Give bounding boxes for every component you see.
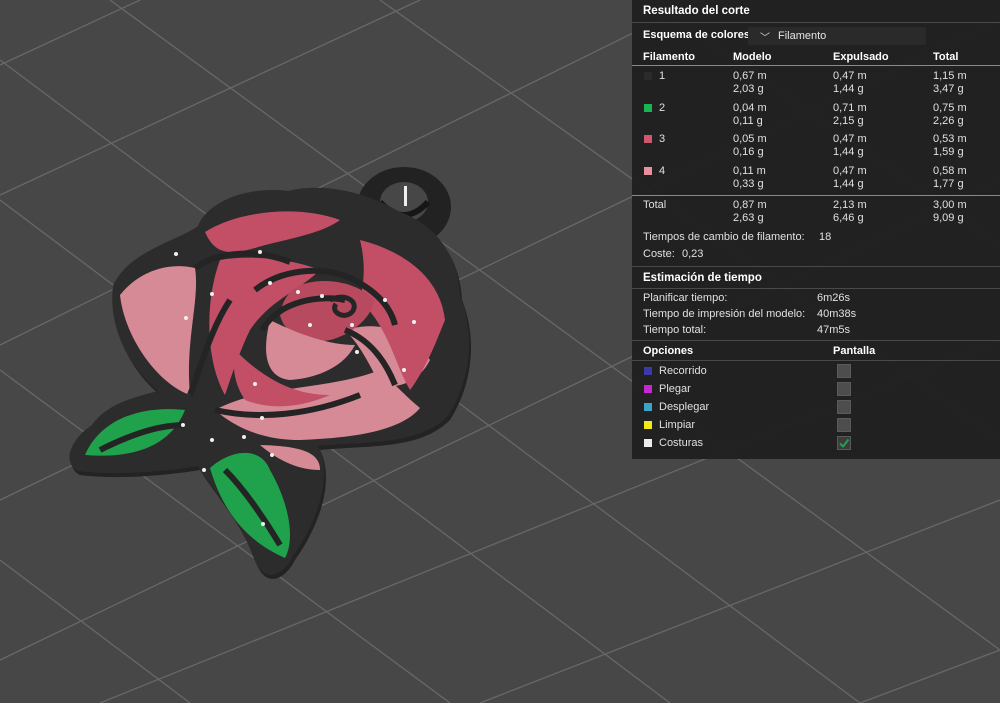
purged-length: 0,47 m <box>833 70 867 82</box>
purged-weight: 2,15 g <box>833 115 864 127</box>
model-length: 0,67 m <box>733 70 767 82</box>
display-header: Pantalla <box>833 345 876 357</box>
slice-result-panel: Resultado del corte Esquema de colores ﹀… <box>632 0 1000 459</box>
model-length: 0,04 m <box>733 102 767 114</box>
filament-swatch <box>644 135 652 143</box>
grand-total-length: 3,00 m <box>933 199 967 211</box>
options-header: Opciones <box>643 345 694 357</box>
chevron-down-icon: ﹀ <box>760 33 770 44</box>
total-time-label: Tiempo total: <box>643 324 707 336</box>
col-header-purged: Expulsado <box>833 51 889 63</box>
check-icon <box>839 438 850 449</box>
total-length: 0,58 m <box>933 165 967 177</box>
filament-id: 1 <box>659 70 666 82</box>
purged-weight: 1,44 g <box>833 83 864 95</box>
seams-display-checkbox[interactable] <box>837 436 851 450</box>
model-weight: 0,16 g <box>733 146 764 158</box>
col-header-filament: Filamento <box>643 51 695 63</box>
model-weight: 0,11 g <box>733 115 763 127</box>
total-length: 1,15 m <box>933 70 967 82</box>
plan-time-value: 6m26s <box>817 292 851 304</box>
color-scheme-dropdown[interactable]: ﹀ Filamento <box>748 27 926 45</box>
model-length: 0,05 m <box>733 133 767 145</box>
purged-weight: 1,44 g <box>833 146 864 158</box>
filament-swatch <box>644 72 652 80</box>
model-length: 0,11 m <box>733 165 766 177</box>
purged-weight: 1,44 g <box>833 178 864 190</box>
model-print-time-value: 40m38s <box>817 308 857 320</box>
cost-label: Coste: <box>643 248 675 260</box>
total-length: 0,53 m <box>933 133 967 145</box>
seams-color-swatch <box>644 439 652 447</box>
color-scheme-value: Filamento <box>778 30 827 42</box>
unretract-display-checkbox[interactable] <box>837 400 851 414</box>
total-time-value: 47m5s <box>817 324 851 336</box>
total-weight: 2,26 g <box>933 115 964 127</box>
option-label: Costuras <box>659 437 704 449</box>
travel-color-swatch <box>644 367 652 375</box>
total-purged-length: 2,13 m <box>833 199 867 211</box>
filament-swatch <box>644 167 652 175</box>
total-purged-weight: 6,46 g <box>833 212 864 224</box>
col-header-model: Modelo <box>733 51 772 63</box>
total-weight: 3,47 g <box>933 83 964 95</box>
filament-id: 2 <box>659 102 666 114</box>
retract-display-checkbox[interactable] <box>837 382 851 396</box>
purged-length: 0,47 m <box>833 133 867 145</box>
total-weight: 1,59 g <box>933 146 964 158</box>
model-weight: 0,33 g <box>733 178 764 190</box>
retract-color-swatch <box>644 385 652 393</box>
model-print-time-label: Tiempo de impresión del modelo: <box>643 308 806 320</box>
option-label: Desplegar <box>659 401 710 413</box>
color-scheme-label: Esquema de colores <box>643 29 750 41</box>
wipe-display-checkbox[interactable] <box>837 418 851 432</box>
total-model-length: 0,87 m <box>733 199 767 211</box>
option-label: Recorrido <box>659 365 707 377</box>
cost-value: 0,23 <box>682 248 704 260</box>
total-weight: 1,77 g <box>933 178 964 190</box>
filament-changes-value: 18 <box>819 231 832 243</box>
plan-time-label: Planificar tiempo: <box>643 292 728 304</box>
col-header-total: Total <box>933 51 959 63</box>
wipe-color-swatch <box>644 421 652 429</box>
total-length: 0,75 m <box>933 102 967 114</box>
filament-swatch <box>644 104 652 112</box>
panel-title: Resultado del corte <box>643 5 750 17</box>
filament-id: 3 <box>659 133 666 145</box>
total-model-weight: 2,63 g <box>733 212 764 224</box>
purged-length: 0,71 m <box>833 102 867 114</box>
unretract-color-swatch <box>644 403 652 411</box>
filament-id: 4 <box>659 165 666 177</box>
grand-total-weight: 9,09 g <box>933 212 964 224</box>
model-weight: 2,03 g <box>733 83 764 95</box>
total-label: Total <box>643 199 667 211</box>
purged-length: 0,47 m <box>833 165 867 177</box>
travel-display-checkbox[interactable] <box>837 364 851 378</box>
filament-changes-label: Tiempos de cambio de filamento: <box>643 231 805 243</box>
rose-keychain-model[interactable] <box>69 167 472 579</box>
option-label: Plegar <box>659 383 691 395</box>
option-label: Limpiar <box>659 419 696 431</box>
time-estimate-title: Estimación de tiempo <box>643 272 762 284</box>
